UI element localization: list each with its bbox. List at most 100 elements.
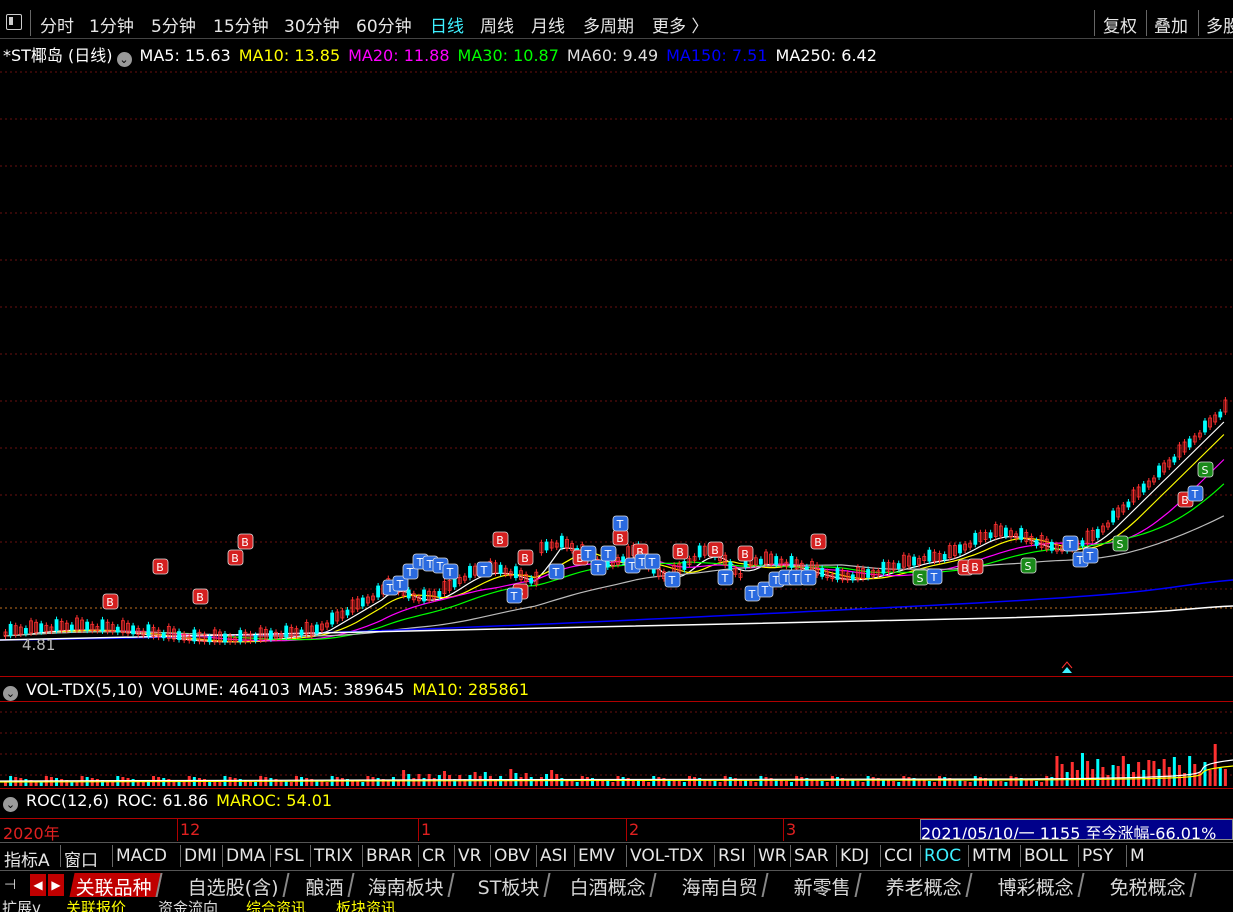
sector-tab-label: 养老概念 bbox=[885, 877, 962, 899]
chevron-down-icon[interactable]: ⌄ bbox=[3, 797, 18, 812]
sector-tab[interactable]: 新零售 bbox=[787, 873, 862, 899]
period-intraday[interactable]: 分时 bbox=[40, 12, 74, 37]
period-toolbar: 分时 1分钟 5分钟 15分钟 30分钟 60分钟 日线 周线 月线 多周期 更… bbox=[0, 0, 1233, 39]
sector-tab[interactable]: 免税概念 bbox=[1103, 873, 1197, 899]
candle-body bbox=[330, 612, 335, 625]
volume-bar bbox=[830, 776, 834, 786]
volume-bar bbox=[1035, 781, 1039, 786]
period-monthly[interactable]: 月线 bbox=[531, 12, 565, 37]
indicator-tab-wr[interactable]: WR bbox=[758, 846, 787, 866]
candle-body bbox=[881, 561, 886, 574]
sector-tab[interactable]: ST板块 bbox=[471, 873, 551, 899]
volume-bar bbox=[687, 776, 691, 786]
indicator-tab-obv[interactable]: OBV bbox=[494, 846, 530, 866]
sector-tab[interactable]: 博彩概念 bbox=[991, 873, 1085, 899]
period-daily[interactable]: 日线 bbox=[430, 12, 464, 37]
indicator-divider bbox=[180, 845, 181, 867]
roc-indicator-name[interactable]: ROC(12,6) bbox=[26, 791, 109, 810]
indicator-tab-fsl[interactable]: FSL bbox=[274, 846, 304, 866]
volume-bar bbox=[657, 777, 661, 786]
indicator-tab-vr[interactable]: VR bbox=[458, 846, 481, 866]
period-5min[interactable]: 5分钟 bbox=[151, 12, 196, 37]
indicator-tab-vol-tdx[interactable]: VOL-TDX bbox=[630, 846, 704, 866]
overlay-button[interactable]: 叠加 bbox=[1154, 12, 1188, 37]
volume-bar bbox=[851, 780, 855, 786]
volume-bar bbox=[907, 777, 911, 786]
signal-marker-label: B bbox=[521, 552, 529, 565]
period-1min[interactable]: 1分钟 bbox=[89, 12, 134, 37]
volume-bar bbox=[1040, 782, 1044, 786]
volume-bar bbox=[754, 782, 758, 786]
period-15min[interactable]: 15分钟 bbox=[213, 12, 269, 37]
volume-bar bbox=[60, 779, 64, 786]
indicator-tab-boll[interactable]: BOLL bbox=[1024, 846, 1068, 866]
indicator-divider bbox=[574, 845, 575, 867]
sector-tab[interactable]: 养老概念 bbox=[879, 873, 973, 899]
panel-toggle-icon[interactable] bbox=[6, 14, 22, 30]
sector-tab[interactable]: 酿酒 bbox=[299, 873, 355, 899]
indicator-tab--a[interactable]: 指标A bbox=[4, 846, 50, 871]
indicator-tab-roc[interactable]: ROC bbox=[924, 846, 961, 866]
period-30min[interactable]: 30分钟 bbox=[284, 12, 340, 37]
period-multi[interactable]: 多周期 bbox=[583, 12, 634, 37]
volume-bar bbox=[1208, 770, 1212, 786]
indicator-tab-trix[interactable]: TRIX bbox=[314, 846, 353, 866]
candle-body bbox=[835, 568, 840, 580]
indicator-tab-emv[interactable]: EMV bbox=[578, 846, 615, 866]
period-60min[interactable]: 60分钟 bbox=[356, 12, 412, 37]
candle-body bbox=[1126, 501, 1131, 508]
chevron-down-icon[interactable]: ⌄ bbox=[3, 686, 18, 701]
volume-bar bbox=[1096, 759, 1100, 786]
volume-chart[interactable] bbox=[0, 702, 1233, 788]
multi-stock-button[interactable]: 多股 bbox=[1206, 12, 1233, 37]
signal-marker-label: T bbox=[552, 566, 560, 579]
bottom-tab[interactable]: 关联报价 bbox=[66, 899, 126, 912]
volume-bar bbox=[606, 781, 610, 786]
candle-body bbox=[697, 545, 702, 558]
signal-marker-label: T bbox=[792, 572, 800, 585]
volume-bar bbox=[927, 781, 931, 786]
indicator-tab-psy[interactable]: PSY bbox=[1082, 846, 1113, 866]
pin-icon[interactable]: ⊣ bbox=[4, 877, 16, 893]
sector-tab[interactable]: 海南板块 bbox=[361, 873, 455, 899]
period-more[interactable]: 更多 〉 bbox=[652, 12, 708, 37]
candle-body bbox=[1004, 527, 1008, 537]
indicator-tab-asi[interactable]: ASI bbox=[540, 846, 567, 866]
bottom-tab[interactable]: 扩展v bbox=[2, 899, 41, 912]
volume-bar bbox=[397, 781, 401, 786]
indicator-tab-dma[interactable]: DMA bbox=[226, 846, 265, 866]
indicator-tab-kdj[interactable]: KDJ bbox=[840, 846, 869, 866]
sector-tab[interactable]: 关联品种 bbox=[69, 873, 163, 899]
indicator-tab-macd[interactable]: MACD bbox=[116, 846, 167, 866]
candle-body bbox=[896, 563, 901, 569]
indicator-tab-m[interactable]: M bbox=[1130, 846, 1145, 866]
volume-bar bbox=[182, 782, 186, 786]
indicator-tab-dmi[interactable]: DMI bbox=[184, 846, 217, 866]
prev-tab-icon[interactable]: ◀ bbox=[30, 874, 46, 896]
bottom-tab[interactable]: 板块资讯 bbox=[336, 899, 396, 912]
volume-indicator-name[interactable]: VOL-TDX(5,10) bbox=[26, 680, 143, 699]
next-tab-icon[interactable]: ▶ bbox=[48, 874, 64, 896]
window-top-edge bbox=[0, 0, 1233, 8]
indicator-tab--[interactable]: 窗口 bbox=[64, 846, 98, 871]
bottom-tab[interactable]: 综合资讯 bbox=[246, 899, 306, 912]
sector-tab[interactable]: 白酒概念 bbox=[563, 873, 657, 899]
indicator-tab-cr[interactable]: CR bbox=[422, 846, 446, 866]
indicator-divider bbox=[836, 845, 837, 867]
indicator-tab-cci[interactable]: CCI bbox=[884, 846, 913, 866]
adjust-button[interactable]: 复权 bbox=[1103, 12, 1137, 37]
volume-bar bbox=[1045, 776, 1049, 786]
sector-tab[interactable]: 自选股(含) bbox=[181, 873, 290, 899]
sector-tab[interactable]: 海南自贸 bbox=[675, 873, 769, 899]
indicator-tab-rsi[interactable]: RSI bbox=[718, 846, 746, 866]
volume-bar bbox=[233, 778, 237, 786]
bottom-tab[interactable]: 资金流向 bbox=[158, 899, 218, 912]
candlestick-chart[interactable]: BBBBBBBBBBBBBBBBBBSSSSTTTTTTTTTTTTTTTTTT… bbox=[0, 62, 1233, 676]
signal-marker-label: T bbox=[604, 548, 612, 561]
indicator-tab-brar[interactable]: BRAR bbox=[366, 846, 412, 866]
period-weekly[interactable]: 周线 bbox=[480, 12, 514, 37]
indicator-tab-mtm[interactable]: MTM bbox=[972, 846, 1012, 866]
volume-bar bbox=[963, 781, 967, 786]
candle-body bbox=[1019, 528, 1024, 540]
indicator-tab-sar[interactable]: SAR bbox=[794, 846, 829, 866]
